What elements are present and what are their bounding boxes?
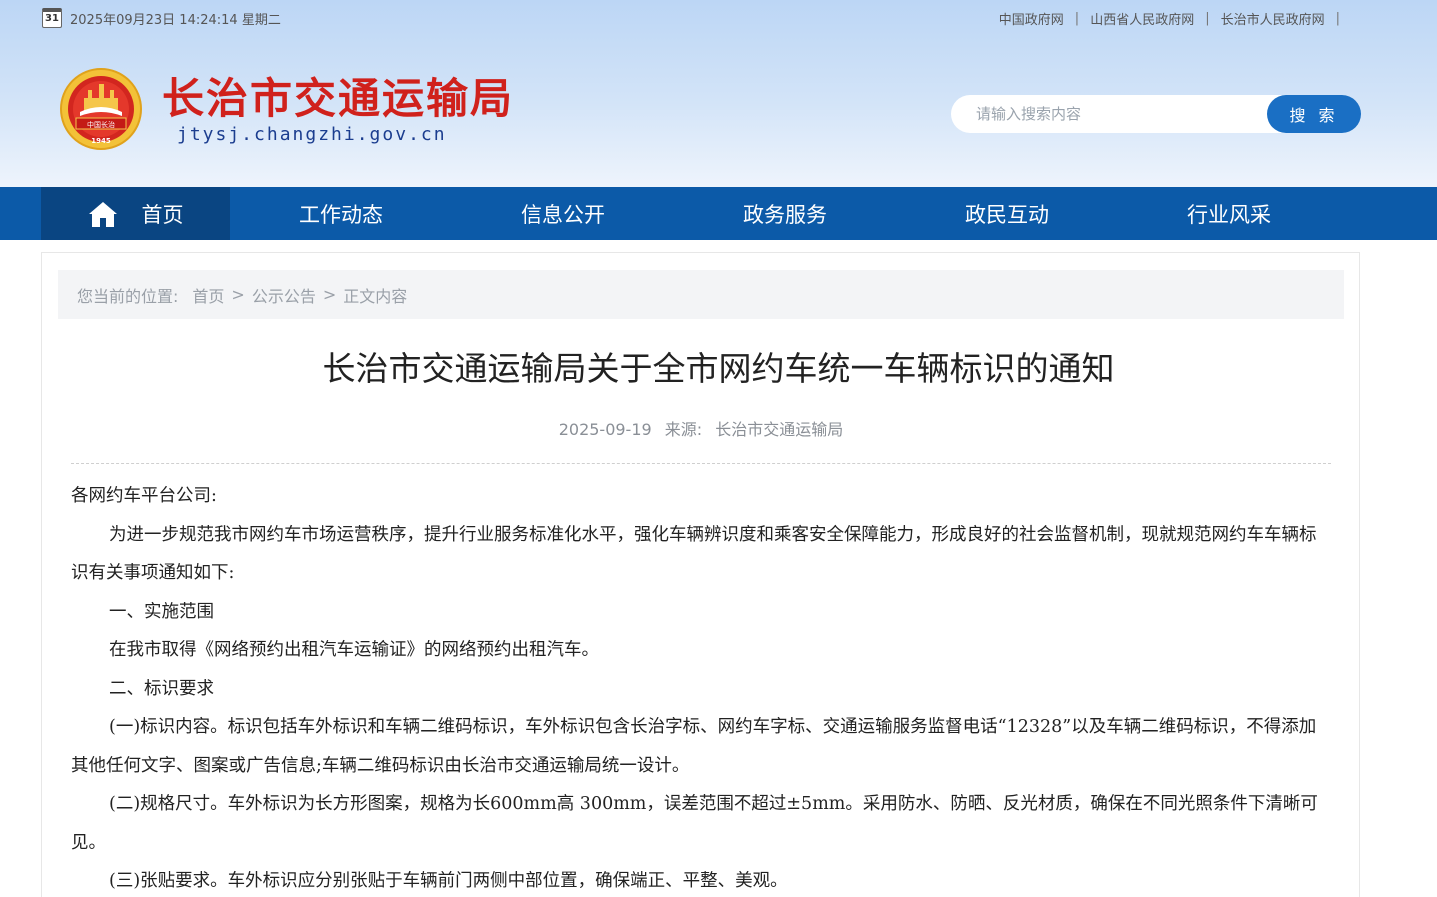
datetime-text: 2025年09月23日 14:24:14 星期二: [70, 12, 281, 28]
main-nav: 首页 工作动态 信息公开 政务服务 政民互动 行业风采: [0, 187, 1437, 240]
article-paragraph: 在我市取得《网络预约出租汽车运输证》的网络预约出租汽车。: [109, 640, 599, 660]
nav-item-label: 行业风采: [1187, 202, 1271, 227]
home-icon: [88, 201, 117, 227]
article-section-heading: 一、实施范围: [109, 601, 214, 622]
article-paragraph: (一)标识内容。标识包括车外标识和车辆二维码标识，车外标识包含长治字标、网约车字…: [71, 717, 1317, 776]
article-paragraph: (二)规格尺寸。车外标识为长方形图案，规格为长600mm高 300mm，误差范围…: [71, 794, 1318, 853]
link-china-gov[interactable]: 中国政府网: [999, 9, 1064, 28]
nav-item-info-disclosure[interactable]: 信息公开: [452, 187, 674, 240]
top-links: 中国政府网 | 山西省人民政府网 | 长治市人民政府网 |: [999, 9, 1351, 28]
svg-text:1945: 1945: [91, 137, 111, 145]
breadcrumb-separator: >: [231, 285, 245, 304]
article-salutation: 各网约车平台公司:: [71, 486, 217, 506]
link-separator: |: [1205, 11, 1210, 26]
changzhi-emblem-logo[interactable]: 中国长治 1945: [60, 68, 142, 152]
nav-item-gov-services[interactable]: 政务服务: [674, 187, 896, 240]
breadcrumb-prefix: 您当前的位置:: [77, 286, 179, 306]
article-source: 长治市交通运输局: [715, 420, 844, 439]
article-paragraph: (三)张贴要求。车外标识应分别张贴于车辆前门两侧中部位置，确保端正、平整、美观。: [109, 871, 788, 891]
nav-item-label: 政民互动: [965, 202, 1049, 227]
breadcrumb-link-home[interactable]: 首页: [192, 283, 224, 307]
nav-item-label: 工作动态: [299, 202, 383, 227]
nav-item-work-news[interactable]: 工作动态: [230, 187, 452, 240]
article-section-heading: 二、标识要求: [109, 678, 214, 699]
article-body: 各网约车平台公司: 为进一步规范我市网约车市场运营秩序，提升行业服务标准化水平，…: [71, 477, 1333, 897]
nav-item-label: 信息公开: [521, 202, 605, 227]
search-input[interactable]: [951, 95, 1267, 133]
article-title: 长治市交通运输局关于全市网约车统一车辆标识的通知: [322, 349, 1115, 388]
nav-item-industry[interactable]: 行业风采: [1118, 187, 1340, 240]
link-separator: |: [1335, 11, 1340, 26]
breadcrumb-link-notices[interactable]: 公示公告: [252, 283, 316, 307]
nav-item-interaction[interactable]: 政民互动: [896, 187, 1118, 240]
article-source-label: 来源:: [664, 420, 703, 439]
article-meta: 2025-09-19 来源: 长治市交通运输局: [0, 416, 1402, 440]
calendar-icon: 31: [42, 8, 62, 28]
site-title[interactable]: 长治市交通运输局: [162, 74, 514, 124]
article-date: 2025-09-19: [558, 420, 652, 439]
nav-item-label: 政务服务: [743, 202, 827, 227]
article-paragraph: 为进一步规范我市网约车市场运营秩序，提升行业服务标准化水平，强化车辆辨识度和乘客…: [71, 524, 1317, 584]
link-changzhi-gov[interactable]: 长治市人民政府网: [1221, 9, 1325, 28]
svg-text:中国长治: 中国长治: [87, 120, 115, 129]
divider: [71, 463, 1331, 464]
link-separator: |: [1074, 11, 1080, 26]
search-button[interactable]: 搜 索: [1267, 95, 1361, 133]
breadcrumb-link-current[interactable]: 正文内容: [343, 283, 407, 307]
site-header: 31 2025年09月23日 14:24:14 星期二 中国政府网 | 山西省人…: [0, 0, 1437, 187]
breadcrumb-separator: >: [322, 285, 337, 304]
nav-item-home[interactable]: 首页: [41, 187, 230, 240]
current-datetime: 31 2025年09月23日 14:24:14 星期二: [42, 8, 281, 28]
breadcrumb: 您当前的位置: 首页 > 公示公告 > 正文内容: [58, 270, 1344, 319]
nav-item-label: 首页: [141, 202, 184, 227]
site-domain: jtysj.changzhi.gov.cn: [177, 124, 447, 145]
link-shanxi-gov[interactable]: 山西省人民政府网: [1090, 9, 1194, 28]
search-bar: 搜 索: [951, 95, 1361, 133]
